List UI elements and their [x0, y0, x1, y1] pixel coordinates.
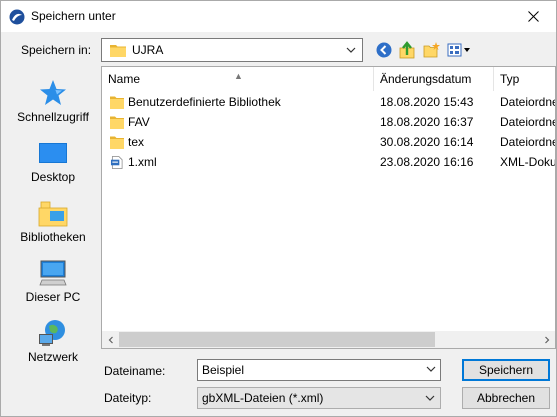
libraries-icon	[38, 201, 68, 227]
file-name-cell: FAV	[110, 112, 376, 132]
back-button[interactable]	[374, 40, 394, 60]
column-header-name[interactable]: ▲ Name	[102, 67, 374, 91]
new-folder-icon	[423, 42, 440, 58]
file-name: FAV	[128, 115, 150, 129]
place-label: Desktop	[30, 170, 76, 184]
save-dialog: Speichern unter Speichern in: UJRA Schne…	[0, 0, 557, 417]
file-row[interactable]: FAV 18.08.2020 16:37 Dateiordner	[102, 112, 555, 132]
column-label: Änderungsdatum	[380, 72, 472, 86]
file-name-cell: tex	[110, 132, 376, 152]
back-icon	[376, 42, 392, 58]
folder-icon	[110, 96, 124, 109]
column-label: Name	[108, 72, 141, 86]
file-date: 23.08.2020 16:16	[380, 155, 474, 169]
place-desktop[interactable]: Desktop	[9, 138, 97, 194]
desktop-icon	[39, 143, 67, 163]
column-header-date[interactable]: Änderungsdatum	[374, 67, 494, 91]
horizontal-scrollbar[interactable]	[102, 331, 555, 348]
up-folder-icon	[399, 41, 415, 59]
new-folder-button[interactable]	[422, 40, 442, 60]
scroll-left-button[interactable]	[102, 331, 119, 348]
save-button[interactable]: Speichern	[462, 359, 550, 381]
file-list[interactable]: ▲ Name Änderungsdatum Typ Benutzerdefini…	[101, 66, 556, 349]
place-this-pc[interactable]: Dieser PC	[9, 258, 97, 314]
file-date: 18.08.2020 16:37	[380, 115, 474, 129]
file-date: 30.08.2020 16:14	[380, 135, 474, 149]
title-bar: Speichern unter	[1, 1, 556, 32]
file-type: Dateiordner	[500, 115, 555, 129]
filetype-label: Dateityp:	[104, 391, 152, 405]
star-icon	[40, 80, 66, 105]
file-date: 18.08.2020 15:43	[380, 95, 474, 109]
folder-icon	[110, 136, 124, 149]
file-name: tex	[128, 135, 145, 149]
chevron-down-icon	[346, 47, 356, 53]
place-quick-access[interactable]: Schnellzugriff	[9, 78, 97, 134]
file-row[interactable]: Benutzerdefinierte Bibliothek 18.08.2020…	[102, 92, 555, 112]
scroll-right-button[interactable]	[538, 331, 555, 348]
location-value: UJRA	[132, 43, 164, 57]
close-button[interactable]	[510, 1, 556, 32]
file-name-cell: Benutzerdefinierte Bibliothek	[110, 92, 376, 112]
place-label: Bibliotheken	[20, 230, 86, 244]
chevron-down-icon	[425, 395, 435, 401]
close-icon	[527, 11, 539, 22]
chevron-down-icon[interactable]	[425, 363, 437, 375]
computer-icon	[39, 260, 67, 286]
file-name-cell: 1.xml	[110, 152, 376, 172]
places-bar: Schnellzugriff Desktop Bibliotheken Dies…	[9, 68, 97, 378]
file-name: 1.xml	[128, 155, 157, 169]
file-type: XML-Dokument	[500, 155, 555, 169]
folder-icon	[110, 44, 126, 57]
filename-label: Dateiname:	[104, 364, 166, 378]
filename-input[interactable]	[197, 359, 441, 381]
sort-ascending-icon: ▲	[234, 71, 243, 81]
place-label: Dieser PC	[25, 290, 81, 304]
view-menu-icon	[447, 43, 470, 57]
file-type: Dateiordner	[500, 135, 555, 149]
place-label: Netzwerk	[27, 350, 78, 364]
chevron-left-icon	[108, 336, 113, 343]
window-title: Speichern unter	[31, 9, 116, 23]
column-header-type[interactable]: Typ	[494, 67, 555, 91]
file-name: Benutzerdefinierte Bibliothek	[128, 95, 281, 109]
location-combo[interactable]: UJRA	[101, 38, 363, 62]
view-menu-button[interactable]	[446, 40, 472, 60]
file-type: Dateiordner	[500, 95, 555, 109]
file-row[interactable]: 1.xml 23.08.2020 16:16 XML-Dokument	[102, 152, 555, 172]
place-network[interactable]: Netzwerk	[9, 318, 97, 374]
up-folder-button[interactable]	[398, 40, 418, 60]
xml-file-icon	[110, 155, 123, 169]
place-libraries[interactable]: Bibliotheken	[9, 198, 97, 254]
cancel-button[interactable]: Abbrechen	[462, 387, 550, 409]
file-row[interactable]: tex 30.08.2020 16:14 Dateiordner	[102, 132, 555, 152]
network-icon	[39, 320, 65, 346]
filetype-select[interactable]: gbXML-Dateien (*.xml)	[197, 387, 441, 409]
place-label: Schnellzugriff	[17, 110, 89, 124]
scrollbar-thumb[interactable]	[119, 332, 435, 347]
location-label: Speichern in:	[21, 43, 92, 57]
filetype-value: gbXML-Dateien (*.xml)	[202, 391, 324, 405]
chevron-right-icon	[544, 336, 549, 343]
app-icon	[9, 9, 25, 25]
column-label: Typ	[500, 72, 520, 86]
folder-icon	[110, 116, 124, 129]
